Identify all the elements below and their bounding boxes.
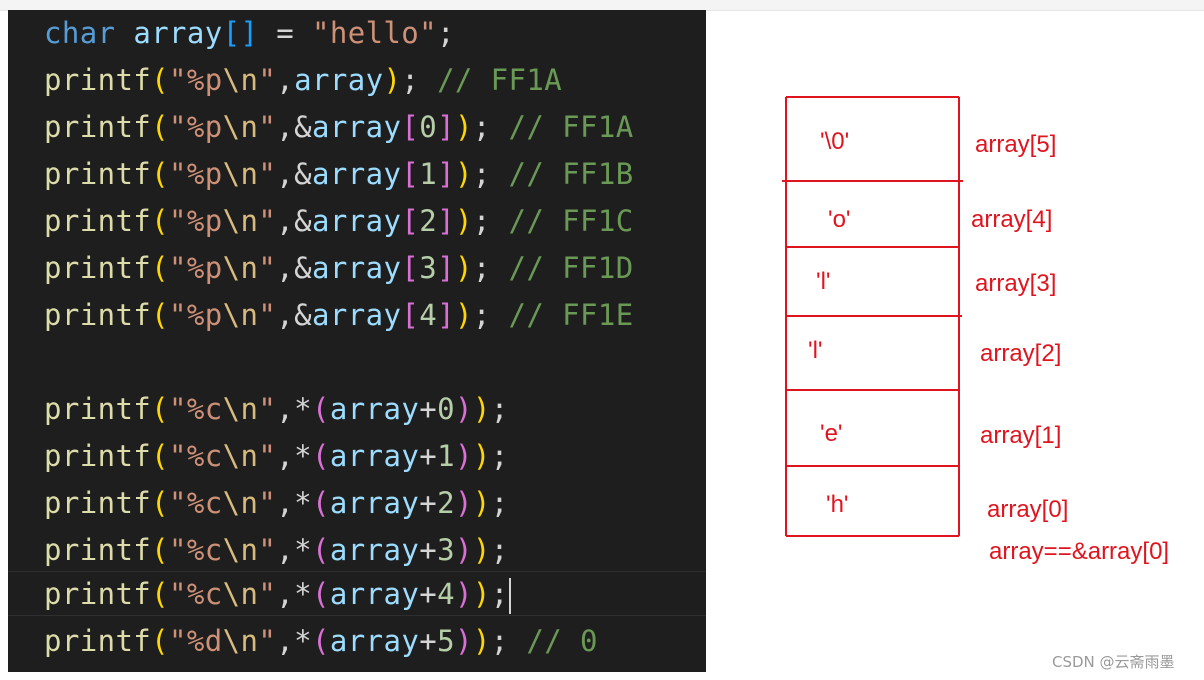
- index-label: array[5]: [975, 131, 1057, 158]
- cell-value: '\0': [820, 128, 850, 155]
- index-label: array[0]: [987, 496, 1069, 523]
- cell-value: 'l': [808, 337, 823, 364]
- index-label: array[3]: [975, 270, 1057, 297]
- cell-value: 'l': [816, 268, 831, 295]
- cell-value: 'e': [820, 420, 843, 447]
- cell-value: 'h': [826, 491, 849, 518]
- cell-value: 'o': [828, 206, 851, 233]
- index-label: array[2]: [980, 340, 1062, 367]
- address-equality-note: array==&array[0]: [989, 538, 1170, 565]
- index-label: array[4]: [971, 206, 1053, 233]
- watermark: CSDN @云斋雨墨: [1052, 653, 1175, 671]
- index-label: array[1]: [980, 422, 1062, 449]
